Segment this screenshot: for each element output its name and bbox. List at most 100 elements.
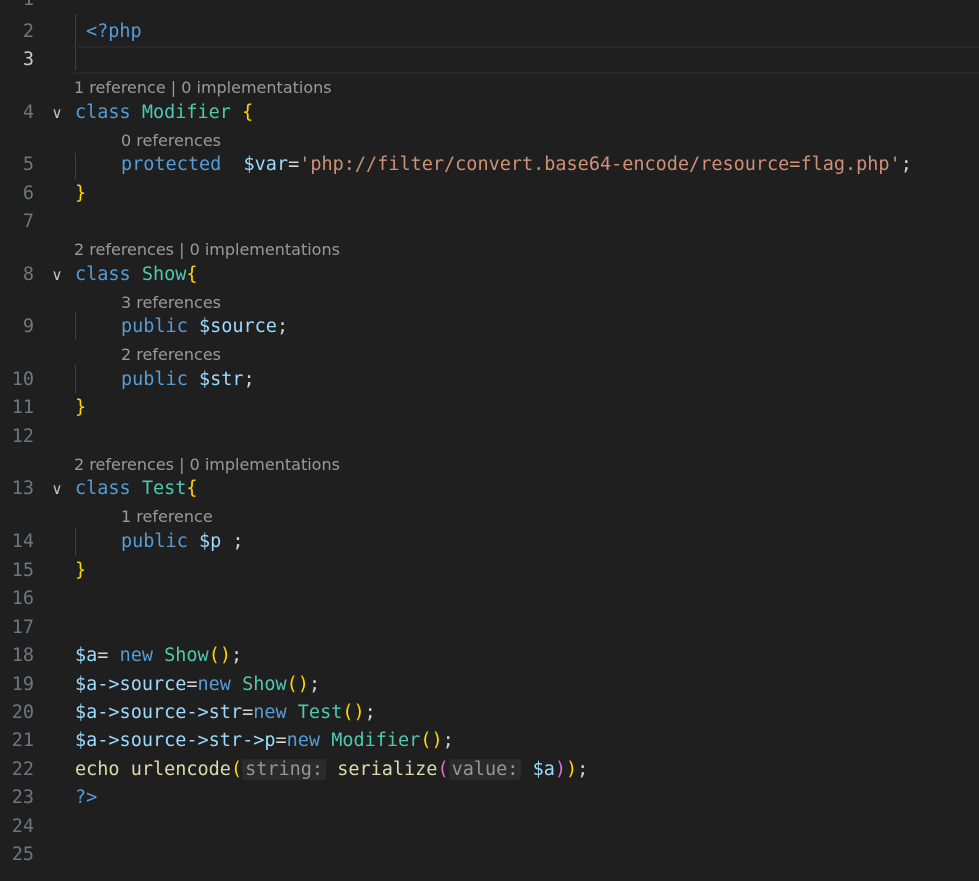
function-name: urlencode	[130, 759, 231, 780]
codelens-test-p[interactable]: 1 reference	[121, 505, 213, 529]
codelens-modifier-var[interactable]: 0 references	[121, 129, 221, 153]
operator: =	[186, 674, 198, 695]
property-access: ->str	[186, 702, 243, 723]
php-close-tag: ?>	[75, 787, 98, 808]
line-number: 18	[11, 645, 34, 666]
variable: $var	[243, 154, 289, 175]
parens: ()	[420, 730, 443, 751]
brace: }	[75, 397, 87, 418]
keyword-class: class	[75, 264, 131, 285]
property-access: ->str	[186, 730, 243, 751]
keyword-protected: protected	[121, 154, 222, 175]
keyword-class: class	[75, 102, 131, 123]
code-line[interactable]: 10 public $str;	[0, 366, 979, 394]
code-line[interactable]: 6 }	[0, 180, 979, 208]
keyword-public: public	[121, 316, 188, 337]
operator: =	[288, 154, 300, 175]
line-number: 4	[22, 102, 34, 123]
variable: $str	[198, 369, 244, 390]
line-number: 20	[11, 702, 34, 723]
keyword-new: new	[197, 674, 231, 695]
line-number: 6	[22, 183, 34, 204]
code-line[interactable]: 13 ∨ class Test{	[0, 475, 979, 503]
line-number: 16	[11, 588, 34, 609]
variable: $a	[532, 759, 555, 780]
operator: =	[97, 645, 120, 666]
code-line[interactable]: 17	[0, 614, 979, 642]
keyword-public: public	[121, 531, 188, 552]
line-number: 3	[22, 49, 34, 70]
inlay-hint: value:	[448, 759, 522, 780]
keyword-public: public	[121, 369, 188, 390]
semicolon: ;	[276, 316, 289, 337]
variable: $p	[198, 531, 222, 552]
line-number: 8	[22, 264, 34, 285]
line-number: 22	[11, 759, 34, 780]
codelens-modifier-class[interactable]: 1 reference | 0 implementations	[74, 76, 332, 100]
function-name: serialize	[337, 759, 438, 780]
line-number: 13	[11, 478, 34, 499]
paren: )	[554, 759, 566, 780]
class-name: Test	[297, 702, 343, 723]
line-number: 1	[0, 0, 34, 14]
code-line[interactable]: 5 protected $var='php://filter/convert.b…	[0, 151, 979, 179]
php-open-tag: <?php	[86, 21, 142, 42]
code-line[interactable]: 18 $a= new Show();	[0, 642, 979, 670]
code-line[interactable]: 20 $a->source->str=new Test();	[0, 699, 979, 727]
code-line[interactable]: 12	[0, 423, 979, 451]
parens: ()	[342, 702, 365, 723]
chevron-down-icon[interactable]: ∨	[47, 99, 67, 127]
codelens-test-class[interactable]: 2 references | 0 implementations	[74, 453, 340, 477]
line-number: 24	[11, 816, 34, 837]
codelens-show-str[interactable]: 2 references	[121, 343, 221, 367]
code-line[interactable]: 8 ∨ class Show{	[0, 261, 979, 289]
property-access: ->source	[97, 702, 187, 723]
code-line[interactable]: 11 }	[0, 394, 979, 422]
code-line[interactable]: 14 public $p ;	[0, 528, 979, 556]
code-editor[interactable]: 1 2 <?php 3 1 reference | 0 implementati…	[0, 0, 979, 881]
keyword-new: new	[286, 730, 321, 751]
semicolon: ;	[442, 730, 454, 751]
semicolon: ;	[230, 645, 243, 666]
semicolon: ;	[900, 154, 912, 175]
variable: $a	[75, 702, 98, 723]
code-line[interactable]: 22 echo urlencode(string: serialize(valu…	[0, 756, 979, 784]
code-line[interactable]: 19 $a->source=new Show();	[0, 671, 979, 699]
codelens-show-source[interactable]: 3 references	[121, 291, 221, 315]
class-name: Modifier	[331, 730, 421, 751]
current-line-highlight	[73, 46, 979, 74]
line-number: 2	[22, 21, 34, 42]
line-number: 23	[11, 787, 34, 808]
code-line[interactable]: 21 $a->source->str->p=new Modifier();	[0, 727, 979, 755]
code-line[interactable]: 24	[0, 813, 979, 841]
line-number: 15	[11, 560, 34, 581]
class-name: Show	[141, 264, 187, 285]
paren: (	[437, 759, 449, 780]
class-name: Show	[164, 645, 209, 666]
codelens-show-class[interactable]: 2 references | 0 implementations	[74, 238, 340, 262]
chevron-down-icon[interactable]: ∨	[47, 475, 67, 503]
brace: }	[75, 560, 87, 581]
code-line[interactable]: 9 public $source;	[0, 313, 979, 341]
inlay-hint: string:	[242, 759, 327, 780]
paren: (	[230, 759, 243, 780]
brace: {	[186, 264, 198, 285]
code-line[interactable]: 25	[0, 841, 979, 869]
code-line[interactable]: 16	[0, 585, 979, 613]
line-number: 7	[22, 211, 34, 232]
line-number: 19	[11, 674, 34, 695]
keyword-class: class	[75, 478, 131, 499]
code-line[interactable]: 2 <?php	[0, 18, 979, 46]
code-line[interactable]: 7	[0, 208, 979, 236]
code-line[interactable]: 23 ?>	[0, 784, 979, 812]
code-line[interactable]: 1	[0, 0, 979, 14]
class-name: Modifier	[141, 102, 231, 123]
line-number: 12	[11, 426, 34, 447]
paren: )	[565, 759, 578, 780]
brace: }	[75, 183, 87, 204]
chevron-down-icon[interactable]: ∨	[47, 261, 67, 289]
code-line-current[interactable]: 3	[0, 46, 979, 74]
code-line[interactable]: 15 }	[0, 557, 979, 585]
parens: ()	[286, 674, 309, 695]
code-line[interactable]: 4 ∨ class Modifier {	[0, 99, 979, 127]
